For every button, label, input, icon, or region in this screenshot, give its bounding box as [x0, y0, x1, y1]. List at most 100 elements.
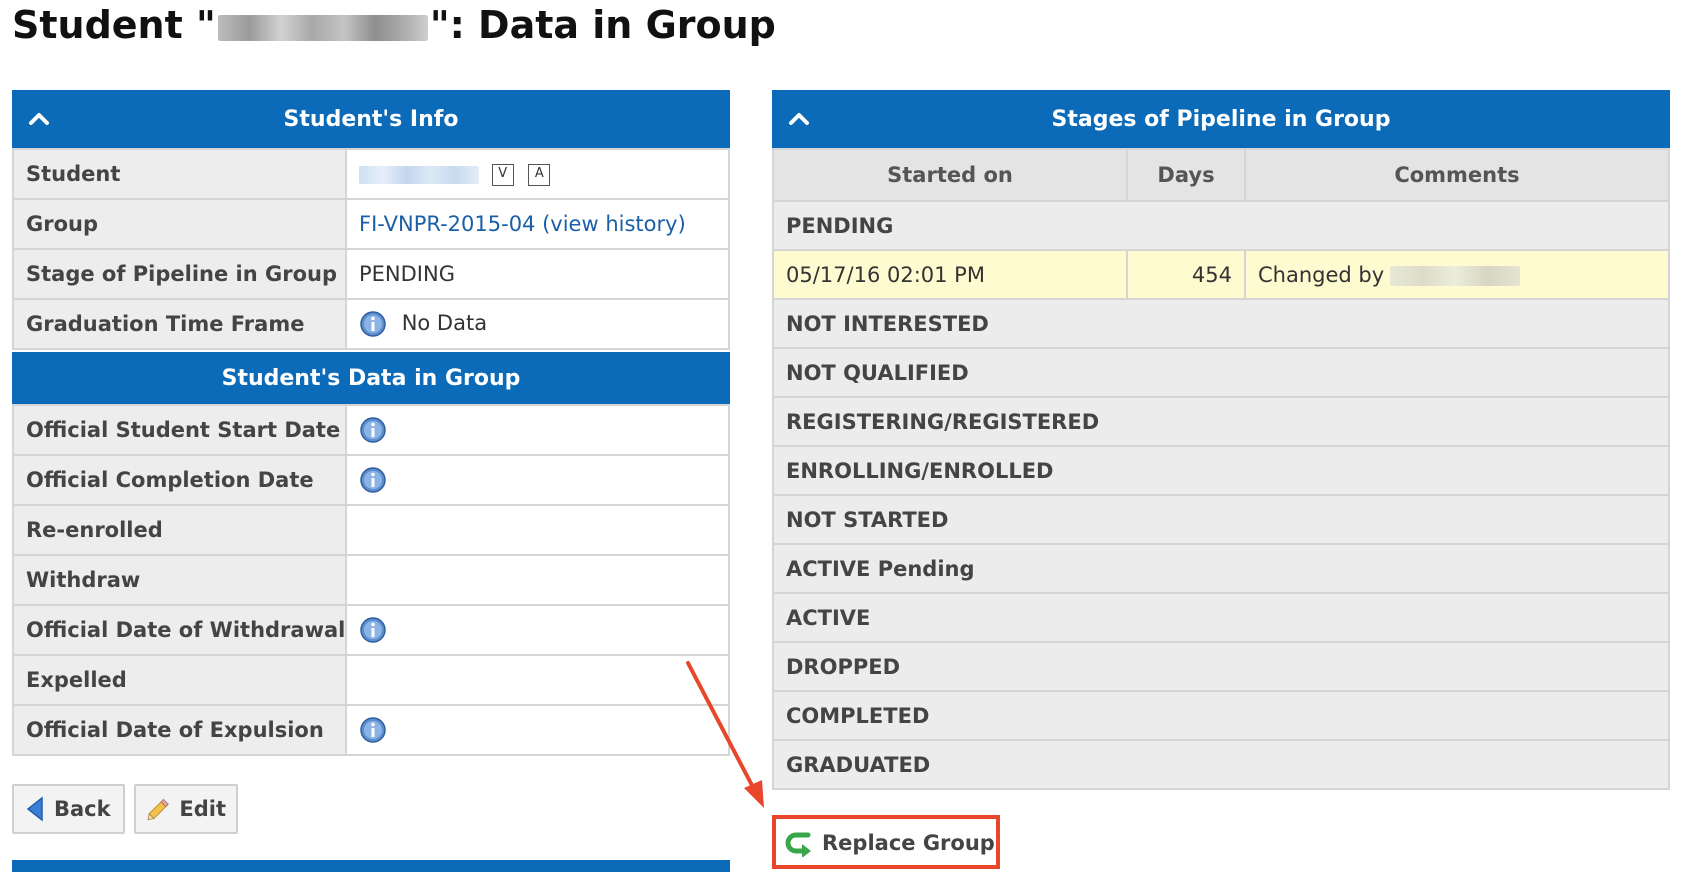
group-row: Group FI-VNPR-2015-04 (view history)	[12, 198, 730, 250]
info-icon[interactable]	[359, 716, 387, 744]
history-days: 454	[1126, 249, 1246, 300]
expelled-value	[345, 654, 730, 706]
redacted-changer	[1390, 265, 1521, 286]
stage-row: ACTIVE Pending	[772, 544, 1670, 594]
stage-row: NOT STARTED	[772, 495, 1670, 545]
stage-row-pending: PENDING	[772, 201, 1670, 251]
re-enrolled-value	[345, 504, 730, 556]
student-data-title: Student's Data in Group	[221, 365, 521, 391]
student-info-table: Student V A Group FI-VNPR-2015-04 (view …	[12, 148, 730, 350]
history-row: 05/17/16 02:01 PM 454 Changed by	[772, 249, 1670, 300]
admin-student-button[interactable]: A	[528, 164, 551, 186]
back-label: Back	[54, 797, 111, 821]
redacted-student-name	[217, 14, 428, 41]
data-row: Expelled	[12, 654, 730, 706]
graduation-text: No Data	[401, 311, 488, 335]
stage-name: DROPPED	[772, 642, 1670, 692]
graduation-row: Graduation Time Frame No Data	[12, 298, 730, 350]
info-icon[interactable]	[359, 416, 387, 444]
student-info-header: Student's Info	[12, 90, 730, 148]
completion-date-label: Official Completion Date	[12, 454, 347, 506]
student-info-panel: Student's Info Student V A Group FI-VNPR…	[12, 90, 730, 756]
pipeline-table: Started on Days Comments PENDING 05/17/1…	[772, 148, 1670, 790]
re-enrolled-label: Re-enrolled	[12, 504, 347, 556]
stage-name: ACTIVE Pending	[772, 544, 1670, 594]
student-label: Student	[12, 148, 347, 200]
info-icon[interactable]	[359, 466, 387, 494]
stage-value: PENDING	[345, 248, 730, 300]
graduation-label: Graduation Time Frame	[12, 298, 347, 350]
pencil-icon	[147, 798, 169, 821]
graduation-value: No Data	[345, 298, 730, 350]
stage-row: REGISTERING/REGISTERED	[772, 397, 1670, 447]
page-title: Student " ": Data in Group	[12, 0, 776, 50]
title-prefix: Student "	[12, 3, 216, 47]
stage-row: NOT INTERESTED	[772, 299, 1670, 349]
stage-name: ACTIVE	[772, 593, 1670, 643]
stage-name: GRADUATED	[772, 740, 1670, 790]
withdraw-label: Withdraw	[12, 554, 347, 606]
replace-group-label: Replace Group	[822, 831, 995, 855]
stage-row: ENROLLING/ENROLLED	[772, 446, 1670, 496]
back-button[interactable]: Back	[12, 784, 125, 834]
view-history-link[interactable]: view history	[550, 212, 677, 236]
stage-row: GRADUATED	[772, 740, 1670, 790]
withdraw-value	[345, 554, 730, 606]
data-row: Official Completion Date	[12, 454, 730, 506]
student-row: Student V A	[12, 148, 730, 200]
replace-group-button[interactable]: Replace Group	[784, 824, 995, 862]
start-date-value	[345, 404, 730, 456]
pipeline-header-row: Started on Days Comments	[772, 148, 1670, 202]
pipeline-title: Stages of Pipeline in Group	[1051, 106, 1391, 132]
stage-name: NOT INTERESTED	[772, 299, 1670, 349]
completion-date-value	[345, 454, 730, 506]
title-suffix: ": Data in Group	[429, 3, 776, 47]
stage-row: Stage of Pipeline in Group PENDING	[12, 248, 730, 300]
student-value: V A	[345, 148, 730, 200]
pipeline-panel: Stages of Pipeline in Group Started on D…	[772, 90, 1670, 790]
info-icon[interactable]	[359, 310, 387, 338]
stage-row: DROPPED	[772, 642, 1670, 692]
data-row: Official Date of Expulsion	[12, 704, 730, 756]
stage-row: NOT QUALIFIED	[772, 348, 1670, 398]
expulsion-date-label: Official Date of Expulsion	[12, 704, 347, 756]
stage-name: COMPLETED	[772, 691, 1670, 741]
stage-name: NOT STARTED	[772, 495, 1670, 545]
stage-row: COMPLETED	[772, 691, 1670, 741]
data-row: Official Student Start Date	[12, 404, 730, 456]
expelled-label: Expelled	[12, 654, 347, 706]
history-comment: Changed by	[1244, 249, 1670, 300]
group-value: FI-VNPR-2015-04 (view history)	[345, 198, 730, 250]
next-panel-header	[12, 860, 730, 872]
data-row: Official Date of Withdrawal	[12, 604, 730, 656]
chevron-up-icon[interactable]	[786, 106, 812, 132]
data-row: Re-enrolled	[12, 504, 730, 556]
column-comments: Comments	[1244, 148, 1670, 202]
view-student-button[interactable]: V	[491, 164, 514, 186]
stage-name: NOT QUALIFIED	[772, 348, 1670, 398]
withdrawal-date-label: Official Date of Withdrawal	[12, 604, 347, 656]
comment-prefix: Changed by	[1258, 262, 1385, 287]
stage-row: ACTIVE	[772, 593, 1670, 643]
paren-open: (	[535, 212, 551, 236]
group-label: Group	[12, 198, 347, 250]
stage-name: PENDING	[772, 201, 1670, 251]
history-started-on: 05/17/16 02:01 PM	[772, 249, 1128, 300]
pipeline-header: Stages of Pipeline in Group	[772, 90, 1670, 148]
paren-close: )	[677, 212, 686, 236]
expulsion-date-value	[345, 704, 730, 756]
redacted-student-value	[359, 166, 479, 184]
stage-name: REGISTERING/REGISTERED	[772, 397, 1670, 447]
chevron-up-icon[interactable]	[26, 106, 52, 132]
triangle-left-icon	[26, 796, 43, 822]
start-date-label: Official Student Start Date	[12, 404, 347, 456]
student-info-title: Student's Info	[283, 106, 459, 132]
data-row: Withdraw	[12, 554, 730, 606]
column-days: Days	[1126, 148, 1246, 202]
info-icon[interactable]	[359, 616, 387, 644]
stage-label: Stage of Pipeline in Group	[12, 248, 347, 300]
edit-label: Edit	[179, 797, 226, 821]
group-link[interactable]: FI-VNPR-2015-04	[359, 212, 535, 236]
edit-button[interactable]: Edit	[134, 784, 238, 834]
withdrawal-date-value	[345, 604, 730, 656]
